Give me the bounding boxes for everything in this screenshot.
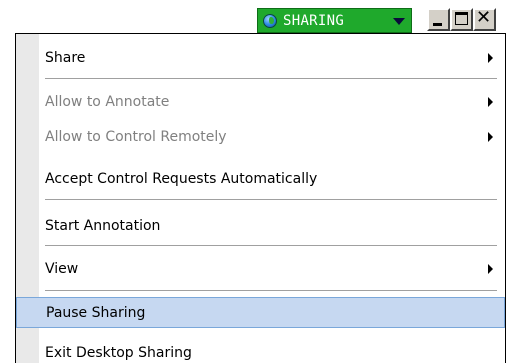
menu-separator	[45, 245, 497, 247]
sharing-status-button[interactable]: SHARING	[257, 8, 412, 33]
submenu-arrow-icon	[488, 264, 493, 274]
menu-item-label: Start Annotation	[45, 218, 161, 234]
menu-item-pause-sharing[interactable]: Pause Sharing	[16, 297, 505, 328]
menu-item-label: Exit Desktop Sharing	[45, 345, 192, 361]
submenu-arrow-icon	[488, 97, 493, 107]
maximize-button[interactable]	[450, 8, 473, 31]
menu-item-label: Allow to Annotate	[45, 94, 170, 110]
submenu-arrow-icon	[488, 53, 493, 63]
menu-item-label: Pause Sharing	[46, 304, 146, 321]
menu-item-share[interactable]: Share	[16, 43, 505, 73]
maximize-icon	[455, 12, 468, 25]
menu-item-label: Accept Control Requests Automatically	[45, 171, 318, 187]
menu-item-allow-to-annotate[interactable]: Allow to Annotate	[16, 87, 505, 117]
sharing-status-label: SHARING	[283, 13, 345, 29]
submenu-arrow-icon	[488, 132, 493, 142]
sharing-menu: Share Allow to Annotate Allow to Control…	[15, 33, 506, 363]
menu-item-view[interactable]: View	[16, 254, 505, 284]
minimize-button[interactable]	[427, 8, 450, 31]
sharing-window: SHARING ✕ Share Allow to Annotate Allow …	[0, 0, 512, 363]
menu-item-accept-control-requests[interactable]: Accept Control Requests Automatically	[16, 164, 505, 194]
close-icon: ✕	[476, 7, 492, 28]
menu-item-start-annotation[interactable]: Start Annotation	[16, 211, 505, 241]
menu-separator	[45, 290, 497, 292]
menu-item-exit-desktop-sharing[interactable]: Exit Desktop Sharing	[16, 338, 505, 363]
menu-item-label: View	[45, 261, 79, 277]
menu-separator	[45, 199, 497, 201]
menu-item-label: Share	[45, 50, 86, 66]
menu-item-allow-to-control-remotely[interactable]: Allow to Control Remotely	[16, 122, 505, 152]
minimize-icon	[433, 23, 442, 26]
menu-item-label: Allow to Control Remotely	[45, 129, 227, 145]
sharing-title-bar: SHARING ✕	[257, 8, 512, 33]
close-button[interactable]: ✕	[473, 8, 496, 31]
menu-separator	[45, 78, 497, 80]
globe-icon	[263, 14, 277, 28]
chevron-down-icon	[393, 18, 405, 25]
